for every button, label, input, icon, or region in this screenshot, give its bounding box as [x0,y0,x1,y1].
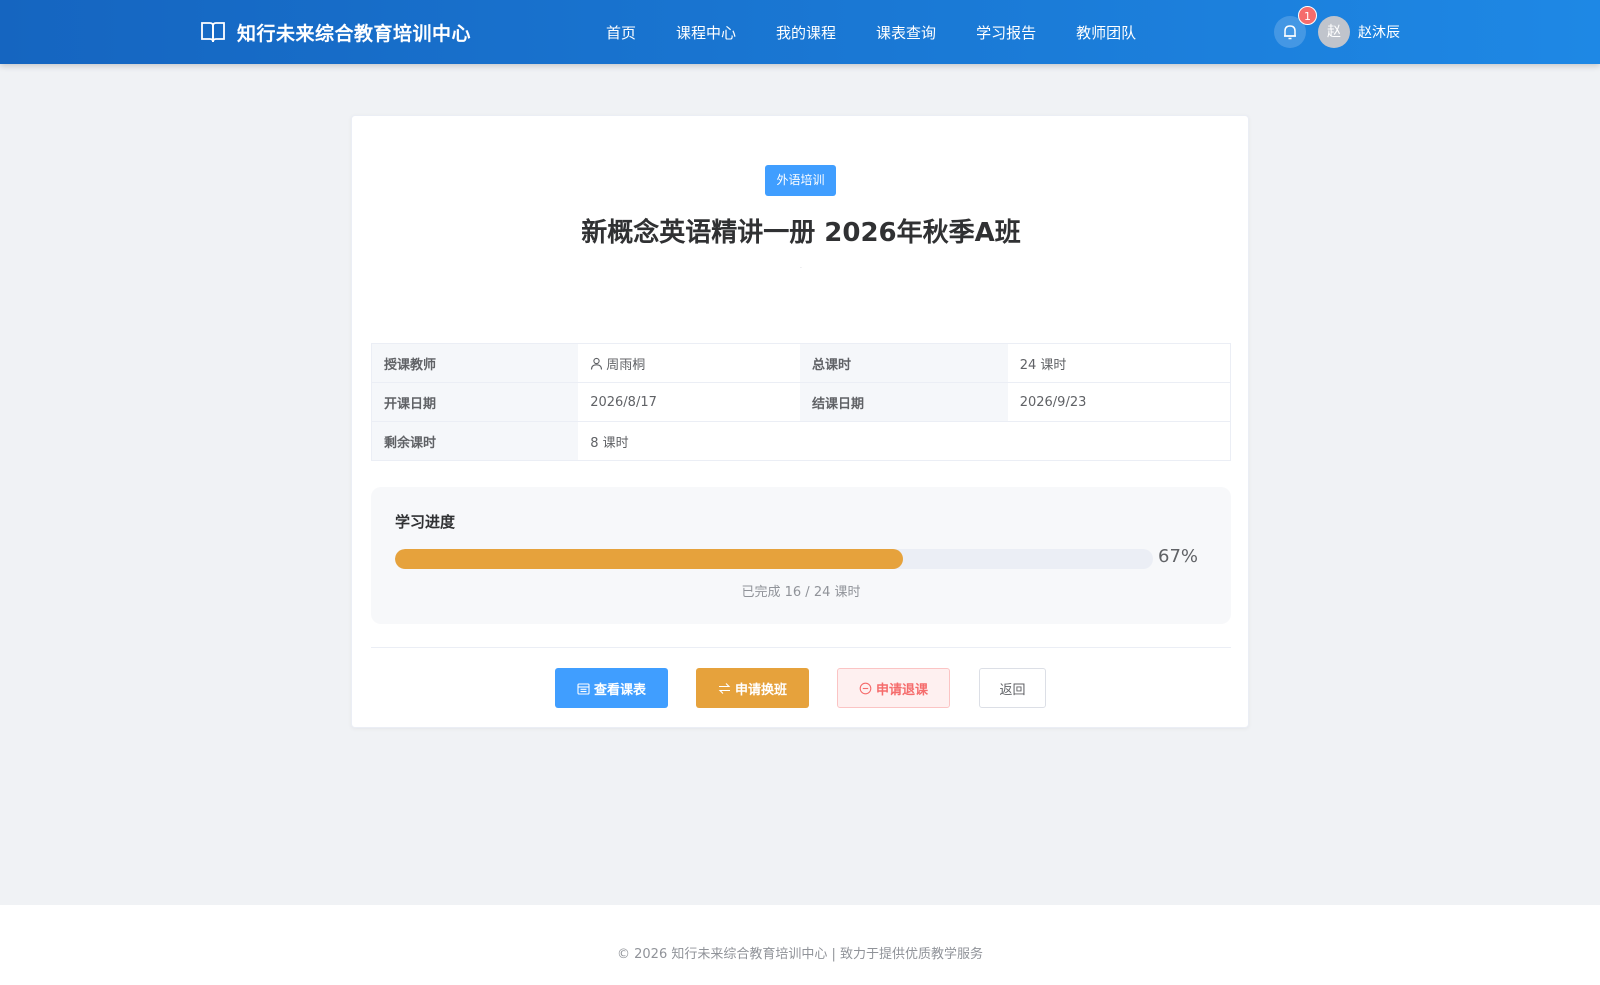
nav-schedule[interactable]: 课表查询 [876,22,936,43]
table-row: 剩余课时 8 课时 [371,421,1231,461]
transfer-class-button[interactable]: 申请换班 [696,668,809,708]
swap-icon [718,682,731,694]
end-date-label: 结课日期 [800,382,1008,422]
teacher-cell: 周雨桐 [578,343,800,383]
nav-my-courses[interactable]: 我的课程 [776,22,836,43]
nav-course-center[interactable]: 课程中心 [676,22,736,43]
main-nav: 首页 课程中心 我的课程 课表查询 学习报告 教师团队 [606,0,1176,64]
avatar[interactable]: 赵 [1318,16,1350,48]
nav-home[interactable]: 首页 [606,22,636,43]
start-date-label: 开课日期 [371,382,579,422]
progress-title: 学习进度 [395,513,456,531]
page-footer: © 2026 知行未来综合教育培训中心 | 致力于提供优质教学服务 [0,905,1600,985]
progress-bar [395,549,1153,569]
total-hours-label: 总课时 [800,343,1008,383]
remaining-hours-label: 剩余课时 [371,421,579,461]
drop-course-button[interactable]: 申请退课 [837,668,950,708]
view-schedule-button[interactable]: 查看课表 [555,668,668,708]
book-icon [201,22,225,43]
top-header: 知行未来综合教育培训中心 首页 课程中心 我的课程 课表查询 学习报告 教师团队… [0,0,1600,64]
minus-circle-icon [859,682,872,694]
end-date-value: 2026/9/23 [1007,382,1231,422]
remaining-hours-value: 8 课时 [578,421,1231,461]
teacher-label: 授课教师 [371,343,579,383]
progress-bar-fill [395,549,903,569]
progress-percent: 67% [1158,546,1199,567]
category-tag: 外语培训 [765,165,836,196]
course-subtitle: · [800,265,802,272]
total-hours-value: 24 课时 [1007,343,1231,383]
footer-text: © 2026 知行未来综合教育培训中心 | 致力于提供优质教学服务 [617,947,983,962]
drop-course-label: 申请退课 [875,682,928,698]
teacher-value: 周雨桐 [606,357,646,373]
bell-icon [1284,25,1296,40]
calendar-icon [577,682,590,695]
username[interactable]: 赵沐辰 [1358,22,1400,42]
progress-note: 已完成 16 / 24 课时 [741,585,861,600]
transfer-class-label: 申请换班 [734,682,787,698]
logo-text: 知行未来综合教育培训中心 [237,22,472,45]
view-schedule-label: 查看课表 [593,682,646,698]
back-label: 返回 [999,682,1026,698]
divider [371,647,1231,648]
back-button[interactable]: 返回 [979,668,1046,708]
table-row: 授课教师 周雨桐 总课时 24 课时 [371,343,1231,383]
nav-reports[interactable]: 学习报告 [976,22,1036,43]
course-detail-card: 外语培训 新概念英语精讲一册 2026年秋季A班 · 授课教师 周雨桐 总课时 … [351,115,1249,728]
course-title: 新概念英语精讲一册 2026年秋季A班 [581,218,1021,248]
user-icon [591,357,603,370]
nav-teachers[interactable]: 教师团队 [1076,22,1136,43]
site-logo[interactable]: 知行未来综合教育培训中心 [200,17,471,47]
progress-panel: 学习进度 67% 已完成 16 / 24 课时 [371,487,1231,624]
course-info-table: 授课教师 周雨桐 总课时 24 课时 开课日期 2026/8/17 结课日期 2… [371,343,1231,461]
start-date-value: 2026/8/17 [578,382,800,422]
notification-badge: 1 [1298,6,1317,25]
table-row: 开课日期 2026/8/17 结课日期 2026/9/23 [371,382,1231,422]
